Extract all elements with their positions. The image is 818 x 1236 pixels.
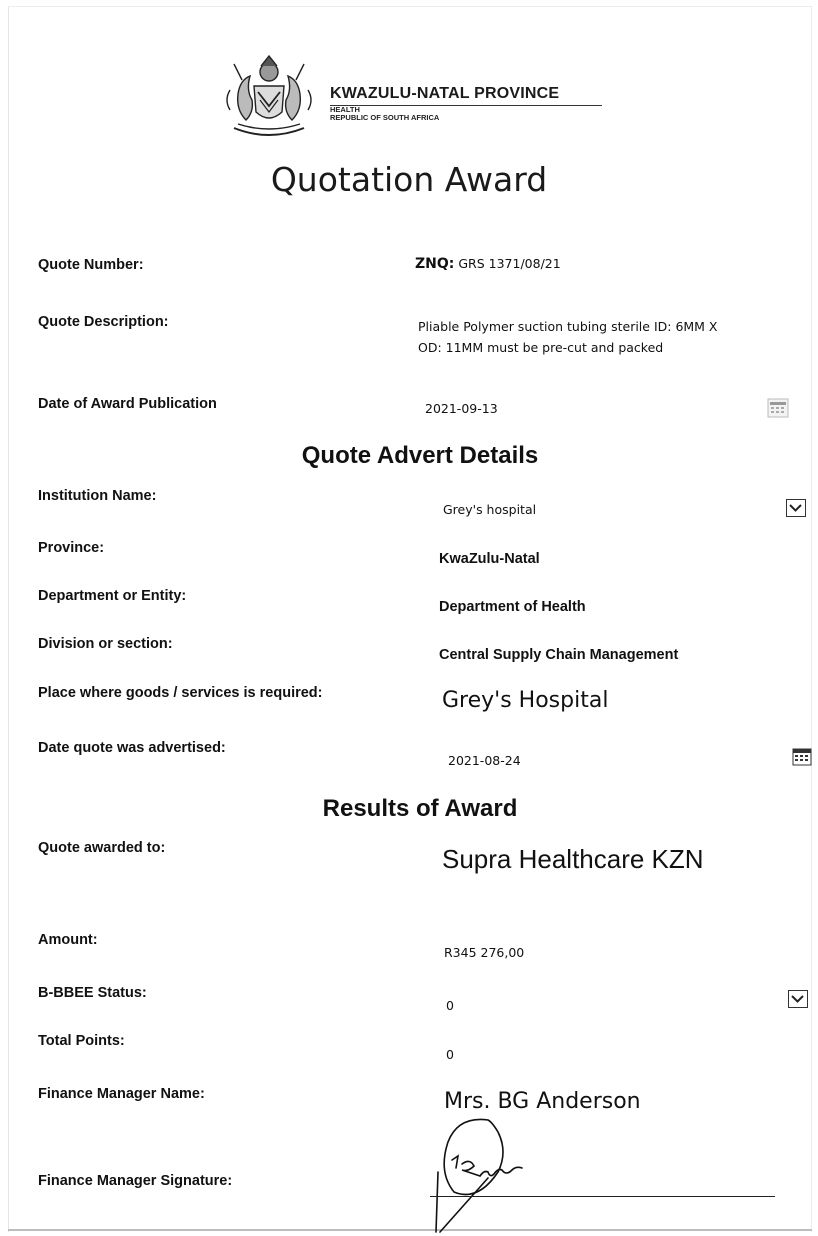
institution-label: Institution Name: (38, 488, 157, 504)
coat-of-arms-icon (226, 54, 312, 136)
bbbee-dropdown[interactable] (788, 990, 808, 1008)
quote-description-line: Pliable Polymer suction tubing sterile I… (418, 319, 718, 334)
institution-value: Grey's hospital (443, 502, 537, 517)
page-title: Quotation Award (270, 160, 548, 199)
department-label: Department or Entity: (38, 588, 187, 604)
advert-section-title: Quote Advert Details (301, 442, 539, 469)
place-value: Grey's Hospital (442, 688, 609, 713)
awarded-to-value: Supra Healthcare KZN (442, 844, 704, 874)
total-points-value: 0 (446, 1047, 454, 1062)
quote-description-line: OD: 11MM must be pre-cut and packed (418, 340, 664, 355)
bbbee-label: B-BBEE Status: (38, 985, 147, 1001)
award-date-value: 2021-09-13 (425, 401, 498, 416)
advertised-date-label: Date quote was advertised: (38, 740, 226, 756)
organisation-country: REPUBLIC OF SOUTH AFRICA (330, 113, 440, 122)
bbbee-value: 0 (446, 998, 454, 1013)
award-date-label: Date of Award Publication (38, 396, 217, 412)
calendar-icon[interactable] (767, 398, 789, 418)
finance-manager-signature-label: Finance Manager Signature: (38, 1173, 233, 1189)
results-section-title: Results of Award (322, 795, 518, 822)
quote-number-prefix: ZNQ: (415, 256, 455, 272)
division-value: Central Supply Chain Management (439, 647, 679, 663)
advertised-date-value: 2021-08-24 (448, 753, 521, 768)
finance-manager-name-value: Mrs. BG Anderson (444, 1089, 641, 1114)
organisation-name: KWAZULU-NATAL PROVINCE (330, 85, 560, 102)
awarded-to-label: Quote awarded to: (38, 840, 166, 856)
institution-dropdown[interactable] (786, 499, 806, 517)
chevron-down-icon (791, 995, 804, 1003)
division-label: Division or section: (38, 636, 173, 652)
amount-label: Amount: (38, 932, 98, 948)
calendar-icon[interactable] (792, 748, 812, 766)
handwritten-signature (435, 1118, 523, 1233)
organisation-header: KWAZULU-NATAL PROVINCE HEALTH REPUBLIC O… (330, 85, 602, 122)
quote-number-field: ZNQ: GRS 1371/08/21 (415, 256, 561, 272)
quote-number-label: Quote Number: (38, 257, 144, 273)
signature-line (430, 1196, 775, 1197)
quote-description-label: Quote Description: (38, 314, 169, 330)
amount-value: R345 276,00 (444, 945, 525, 960)
quote-number-value: GRS 1371/08/21 (458, 256, 561, 271)
place-label: Place where goods / services is required… (38, 685, 323, 701)
chevron-down-icon (789, 504, 802, 512)
total-points-label: Total Points: (38, 1033, 125, 1049)
province-value: KwaZulu-Natal (439, 551, 540, 567)
finance-manager-name-label: Finance Manager Name: (38, 1086, 205, 1102)
quote-description-value: Pliable Polymer suction tubing sterile I… (418, 316, 718, 358)
page-bottom-border (8, 1229, 812, 1231)
province-label: Province: (38, 540, 105, 556)
department-value: Department of Health (439, 599, 586, 615)
